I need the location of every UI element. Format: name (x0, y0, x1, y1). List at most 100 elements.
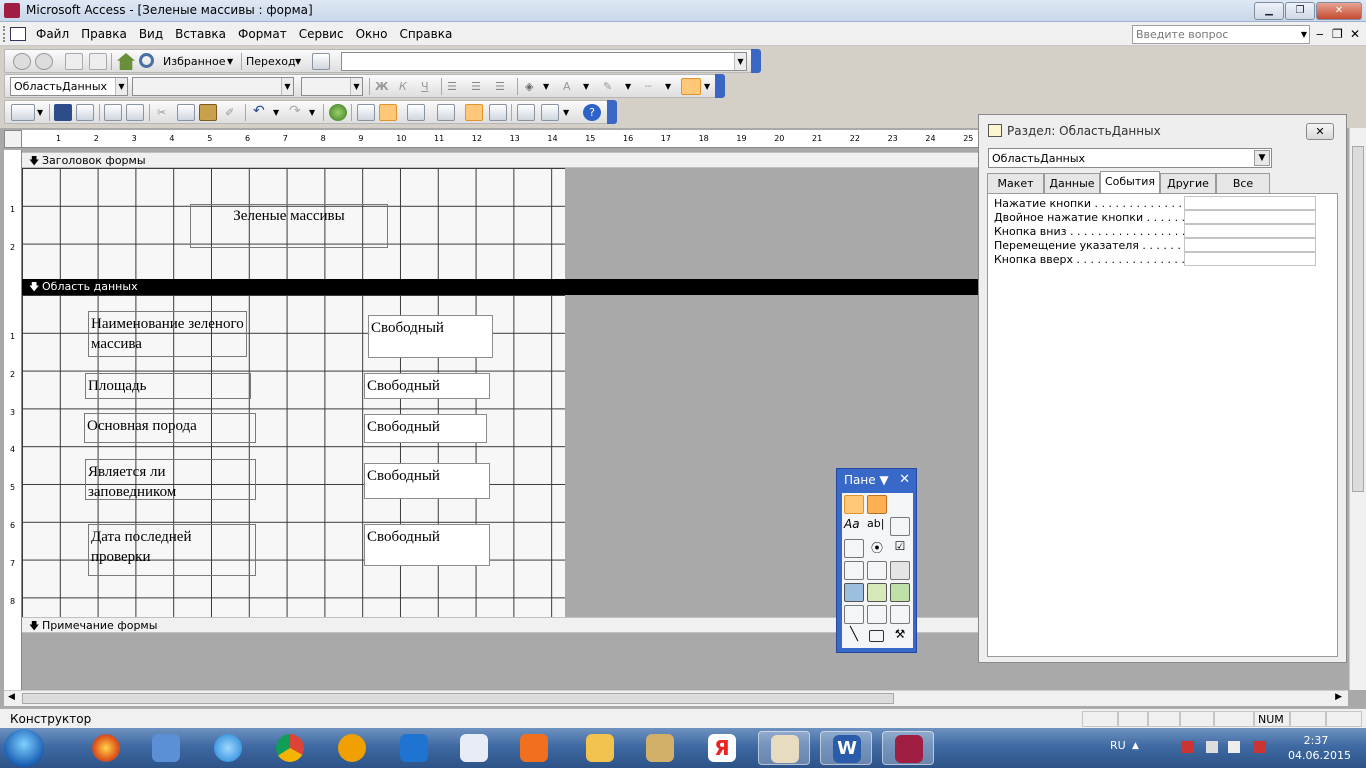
label-tool-icon[interactable]: Aa (844, 517, 864, 536)
scroll-right-icon[interactable]: ▶ (1335, 692, 1342, 702)
search-icon[interactable] (139, 53, 154, 68)
field-list-icon[interactable] (357, 104, 375, 121)
prop-row-mousemove[interactable]: Перемещение указателя . . . . . . . . (994, 238, 1316, 253)
address-combo[interactable]: ▼ (341, 52, 747, 71)
help-icon[interactable]: ? (583, 104, 601, 121)
copy-icon[interactable] (177, 104, 195, 121)
align-center-icon[interactable]: ☰ (471, 80, 481, 93)
property-object-combo[interactable]: ОбластьДанных ▼ (988, 148, 1272, 168)
home-icon[interactable] (117, 53, 135, 70)
field-name[interactable]: Свободный (368, 315, 493, 358)
font-name-combo[interactable]: ▼ (132, 77, 294, 96)
system-clock[interactable]: 2:37 04.06.2015 (1288, 733, 1351, 763)
combobox-tool-icon[interactable] (844, 561, 864, 580)
volume-muted-icon[interactable] (1254, 741, 1266, 753)
command-button-icon[interactable] (890, 561, 910, 580)
prop-value-mouseup[interactable] (1184, 252, 1316, 266)
horizontal-scroll-thumb[interactable] (22, 693, 894, 704)
mdi-minimize-icon[interactable]: ‒ (1316, 27, 1324, 41)
font-color-icon[interactable]: A (563, 80, 571, 93)
forward-icon[interactable] (35, 53, 53, 70)
underline-icon[interactable]: Ч (421, 80, 429, 93)
word-icon[interactable]: W (820, 731, 872, 765)
menu-view[interactable]: Вид (139, 27, 171, 41)
checkbox-tool-icon[interactable]: ☑ (890, 539, 910, 558)
line-tool-icon[interactable]: ╲ (844, 627, 864, 646)
menu-window[interactable]: Окно (356, 27, 396, 41)
redo-icon[interactable]: ↷ (289, 103, 301, 119)
special-effect-icon[interactable] (681, 78, 701, 95)
prop-row-click[interactable]: Нажатие кнопки . . . . . . . . . . . . .… (994, 196, 1316, 211)
format-painter-icon[interactable]: ✐ (225, 106, 234, 119)
builder-icon[interactable] (489, 104, 507, 121)
line-width-icon[interactable]: ┄ (645, 80, 652, 93)
italic-icon[interactable]: К (399, 80, 407, 93)
tab-all[interactable]: Все (1216, 173, 1270, 193)
menu-edit[interactable]: Правка (81, 27, 135, 41)
form-title-label[interactable]: Зеленые массивы (190, 204, 388, 248)
line-color-icon[interactable]: ✎ (603, 80, 612, 93)
field-is-reserve[interactable]: Свободный (364, 463, 490, 499)
bold-icon[interactable]: Ж (375, 80, 388, 93)
prop-row-mousedown[interactable]: Кнопка вниз . . . . . . . . . . . . . . … (994, 224, 1316, 239)
menu-insert[interactable]: Вставка (175, 27, 234, 41)
listbox-tool-icon[interactable] (867, 561, 887, 580)
horizontal-scrollbar[interactable]: ◀ ▶ (4, 690, 1348, 706)
envelope-icon[interactable] (448, 731, 500, 765)
control-wizards-icon[interactable] (867, 495, 887, 514)
option-button-icon[interactable]: ⦿ (867, 539, 887, 558)
web-globe-icon[interactable] (329, 104, 347, 121)
stop-icon[interactable] (65, 53, 83, 70)
access-icon[interactable] (882, 731, 934, 765)
folder-icon[interactable] (574, 731, 626, 765)
field-main-species[interactable]: Свободный (364, 414, 487, 443)
close-button[interactable]: ✕ (1316, 2, 1362, 20)
mdi-restore-icon[interactable]: ❐ (1332, 27, 1343, 41)
help-question-dropdown-icon[interactable]: ▼ (1298, 25, 1310, 44)
tab-events[interactable]: События (1100, 171, 1160, 193)
tab-data[interactable]: Данные (1044, 173, 1100, 193)
label-main-species[interactable]: Основная порода (84, 413, 256, 443)
form-footer-area[interactable] (22, 633, 978, 690)
ie-icon[interactable] (202, 731, 254, 765)
detail-section-bar[interactable]: 🡇 Область данных (22, 279, 978, 295)
page-break-icon[interactable] (844, 605, 864, 624)
prop-value-mousedown[interactable] (1184, 224, 1316, 238)
menubar-grip[interactable] (3, 26, 6, 42)
vertical-scrollbar[interactable] (1349, 128, 1366, 690)
tray-expand-icon[interactable]: ▲ (1132, 741, 1144, 753)
code-icon[interactable] (437, 104, 455, 121)
prop-value-click[interactable] (1184, 196, 1316, 210)
mahjong-icon[interactable] (758, 731, 810, 765)
fill-color-icon[interactable]: ◈ (525, 80, 533, 93)
database-window-icon[interactable] (517, 104, 535, 121)
property-sheet-close-icon[interactable]: ✕ (1306, 123, 1334, 140)
menu-tools[interactable]: Сервис (299, 27, 352, 41)
align-right-icon[interactable]: ☰ (495, 80, 505, 93)
view-icon[interactable] (11, 104, 35, 121)
restore-button[interactable]: ❐ (1285, 2, 1315, 20)
media-player-icon[interactable] (508, 731, 560, 765)
menu-help[interactable]: Справка (399, 27, 460, 41)
paste-icon[interactable] (199, 104, 217, 121)
font-size-combo[interactable]: ▼ (301, 77, 363, 96)
form-header-bar[interactable]: 🡇 Заголовок формы (22, 152, 978, 168)
vertical-scroll-thumb[interactable] (1352, 146, 1364, 492)
favorites-menu[interactable]: Избранное (163, 55, 225, 68)
help-question-input[interactable]: Введите вопрос (1132, 25, 1310, 44)
cut-icon[interactable]: ✂ (157, 106, 166, 119)
toolbox-close-icon[interactable]: ✕ (899, 472, 910, 487)
maxthon-icon[interactable] (388, 731, 440, 765)
firefox-icon[interactable] (80, 731, 132, 765)
form-document-icon[interactable] (10, 27, 26, 41)
toggle-button-icon[interactable] (844, 539, 864, 558)
back-icon[interactable] (13, 53, 31, 70)
menu-file[interactable]: Файл (36, 27, 77, 41)
print-preview-icon[interactable] (126, 104, 144, 121)
object-combo[interactable]: ОбластьДанных ▼ (10, 77, 128, 96)
label-is-reserve[interactable]: Является ли заповедником (85, 459, 256, 500)
bound-object-icon[interactable] (890, 583, 910, 602)
mdi-close-icon[interactable]: ✕ (1350, 27, 1360, 41)
menu-format[interactable]: Формат (238, 27, 295, 41)
unbound-object-icon[interactable] (867, 583, 887, 602)
